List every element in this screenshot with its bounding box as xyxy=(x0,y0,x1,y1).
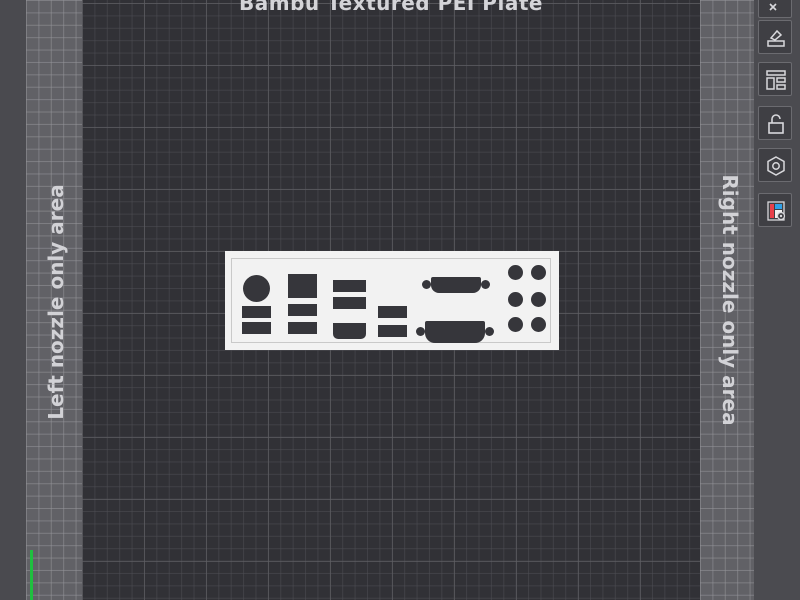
left-edge-strip xyxy=(0,0,26,600)
usb-port-cutout xyxy=(333,297,366,309)
ps2-port-cutout xyxy=(243,275,270,302)
close-plate-button[interactable] xyxy=(758,0,792,18)
audio-jack-cutout xyxy=(508,317,523,332)
auto-orient-button[interactable] xyxy=(758,20,792,54)
screw-hole-cutout xyxy=(422,280,431,289)
usb-port-cutout xyxy=(333,280,366,292)
close-icon xyxy=(769,3,777,11)
audio-jack-cutout xyxy=(531,265,546,280)
hdmi-port-cutout xyxy=(333,323,366,339)
square-port-cutout xyxy=(288,274,317,298)
serial-port-cutout xyxy=(431,277,481,293)
plate-title: Bambu Textured PEI Plate xyxy=(239,0,543,15)
screw-hole-cutout xyxy=(481,280,490,289)
usb-port-cutout xyxy=(242,322,271,334)
usb-port-cutout xyxy=(288,322,317,334)
color-paint-button[interactable] xyxy=(758,193,792,227)
vga-port-cutout xyxy=(425,321,485,343)
lock-icon xyxy=(768,114,784,134)
plate-settings-button[interactable] xyxy=(758,148,792,182)
screw-hole-cutout xyxy=(416,327,425,336)
arrange-icon xyxy=(766,70,786,90)
left-nozzle-label: Left nozzle only area xyxy=(44,184,68,420)
usb-port-cutout xyxy=(242,306,271,318)
arrange-button[interactable] xyxy=(758,62,792,96)
audio-jack-cutout xyxy=(508,292,523,307)
audio-jack-cutout xyxy=(531,317,546,332)
right-nozzle-label: Right nozzle only area xyxy=(718,174,742,426)
screw-hole-cutout xyxy=(485,327,494,336)
settings-icon xyxy=(767,156,785,176)
usb-port-cutout xyxy=(288,304,317,316)
io-shield-model[interactable] xyxy=(225,251,559,350)
color-paint-icon xyxy=(767,201,786,221)
3d-viewport[interactable]: Bambu Textured PEI Plate Left nozzle onl… xyxy=(0,0,800,600)
lock-plate-button[interactable] xyxy=(758,106,792,140)
audio-jack-cutout xyxy=(508,265,523,280)
auto-orient-icon xyxy=(767,29,785,47)
audio-jack-cutout xyxy=(531,292,546,307)
usb-port-cutout xyxy=(378,306,407,318)
usb-port-cutout xyxy=(378,325,407,337)
y-axis-indicator xyxy=(30,550,33,600)
